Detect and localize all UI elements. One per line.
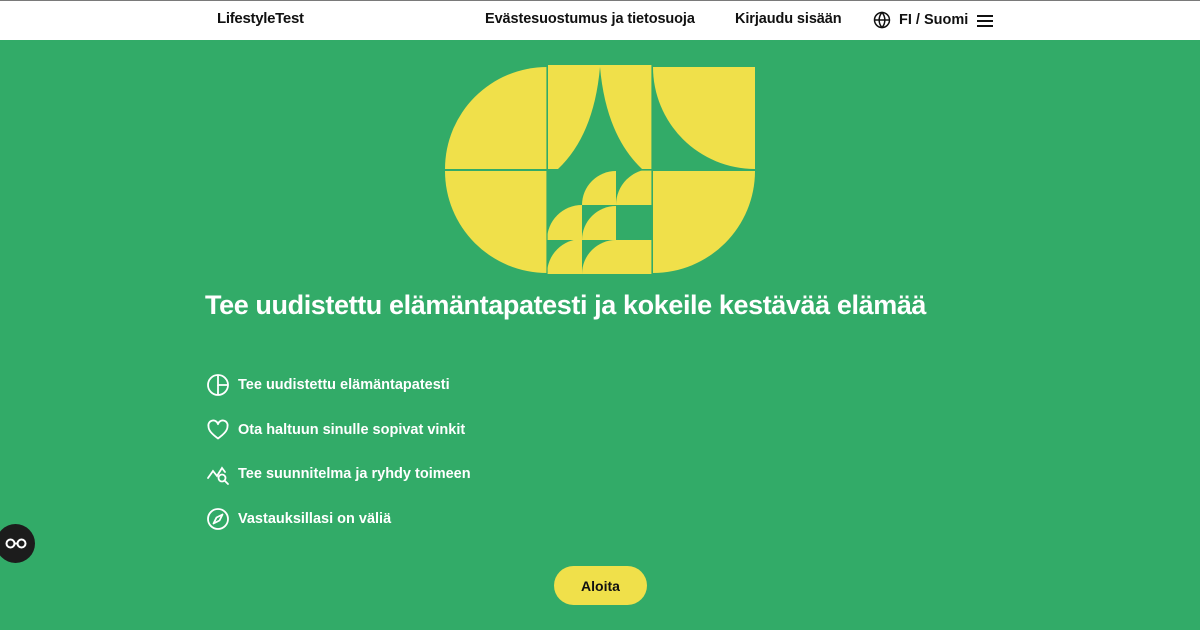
feature-text: Tee suunnitelma ja ryhdy toimeen (238, 466, 471, 482)
cookie-consent-link[interactable]: Evästesuostumus ja tietosuoja (485, 11, 695, 27)
list-item: Tee suunnitelma ja ryhdy toimeen (206, 462, 471, 486)
site-logo[interactable]: LifestyleTest (217, 10, 304, 27)
start-button[interactable]: Aloita (554, 566, 647, 605)
language-label: FI / Suomi (899, 12, 969, 28)
language-selector[interactable]: FI / Suomi (873, 11, 968, 29)
login-link[interactable]: Kirjaudu sisään (735, 11, 842, 27)
pie-chart-icon (207, 374, 229, 396)
feature-list: Tee uudistettu elämäntapatesti Ota haltu… (206, 373, 471, 551)
feature-text: Ota haltuun sinulle sopivat vinkit (238, 421, 466, 438)
list-item: Tee uudistettu elämäntapatesti (206, 373, 471, 397)
compass-icon (207, 507, 229, 530)
accessibility-button[interactable] (0, 524, 35, 563)
heart-icon (207, 419, 229, 439)
feature-text: Vastauksillasi on väliä (238, 510, 392, 527)
page-title: Tee uudistettu elämäntapatesti ja kokeil… (205, 290, 927, 320)
globe-icon (873, 11, 891, 29)
feature-text: Tee uudistettu elämäntapatesti (238, 377, 450, 393)
accessibility-glasses-icon (5, 538, 26, 548)
list-item: Ota haltuun sinulle sopivat vinkit (206, 418, 471, 442)
trend-search-icon (207, 466, 229, 485)
hamburger-menu-icon[interactable] (976, 13, 994, 29)
hero-illustration (444, 65, 756, 275)
site-header: LifestyleTest Evästesuostumus ja tietosu… (0, 0, 1200, 40)
list-item: Vastauksillasi on väliä (206, 507, 471, 531)
